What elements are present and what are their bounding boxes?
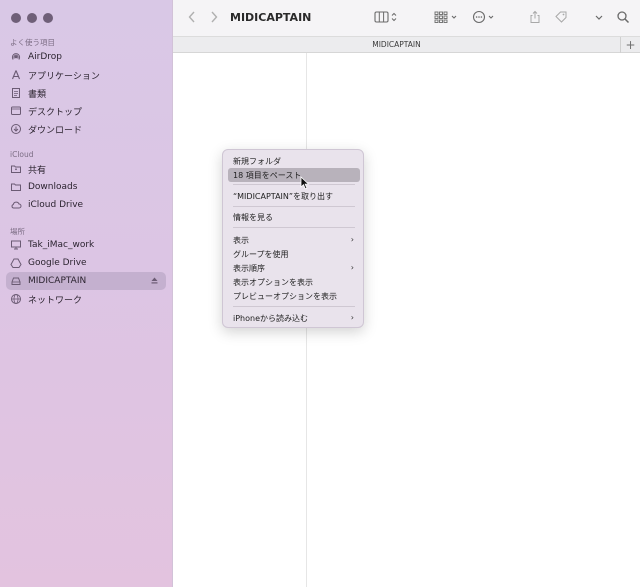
sidebar-item-downloads[interactable]: ダウンロード: [6, 120, 166, 138]
sidebar-item-airdrop[interactable]: AirDrop: [6, 48, 166, 66]
menu-item-import-from-iphone[interactable]: iPhoneから読み込む ›: [228, 311, 360, 325]
sidebar-section-icloud: iCloud: [10, 150, 34, 159]
finder-window: よく使う項目 AirDrop アプリケーション 書類 デスクトップ ダウンロード…: [0, 0, 640, 587]
sidebar-item-label: Google Drive: [28, 258, 87, 268]
sidebar-item-label: MIDICAPTAIN: [28, 276, 87, 286]
chevron-right-icon: [209, 9, 219, 28]
sidebar-item-google-drive[interactable]: Google Drive: [6, 254, 166, 272]
network-icon: [10, 293, 22, 305]
download-icon: [10, 123, 22, 135]
computer-icon: [10, 239, 22, 251]
group-button[interactable]: [434, 9, 460, 27]
submenu-arrow-icon: ›: [350, 263, 354, 272]
sidebar-item-label: 共有: [28, 165, 47, 176]
back-button[interactable]: [187, 9, 197, 27]
sidebar-item-label: ダウンロード: [28, 125, 83, 136]
menu-separator: [233, 227, 355, 228]
tag-icon: [554, 9, 568, 28]
chevron-left-icon: [187, 9, 197, 28]
menu-item-get-info[interactable]: 情報を見る: [228, 210, 360, 224]
menu-item-paste[interactable]: 18 項目をペースト: [228, 168, 360, 182]
drive-icon: [10, 257, 22, 269]
sidebar-item-network[interactable]: ネットワーク: [6, 290, 166, 308]
menu-separator: [233, 184, 355, 185]
grid-icon: [434, 9, 460, 28]
sidebar: よく使う項目 AirDrop アプリケーション 書類 デスクトップ ダウンロード…: [0, 0, 173, 587]
sidebar-item-label: デスクトップ: [28, 107, 83, 118]
sidebar-item-shared[interactable]: 共有: [6, 160, 166, 178]
zoom-window-button[interactable]: [43, 13, 53, 23]
menu-item-show-view-options[interactable]: 表示オプションを表示: [228, 275, 360, 289]
desktop-icon: [10, 105, 22, 117]
menu-item-show-preview-options[interactable]: プレビューオプションを表示: [228, 289, 360, 303]
search-icon: [616, 9, 630, 28]
sidebar-item-label: Downloads: [28, 182, 78, 192]
context-menu: 新規フォルダ 18 項目をペースト “MIDICAPTAIN”を取り出す 情報を…: [222, 149, 364, 328]
menu-item-label: プレビューオプションを表示: [233, 291, 337, 301]
external-drive-icon: [10, 275, 22, 287]
close-window-button[interactable]: [11, 13, 21, 23]
new-tab-button[interactable]: +: [620, 37, 640, 53]
menu-item-use-groups[interactable]: グループを使用: [228, 247, 360, 261]
sidebar-item-tak-imac-work[interactable]: Tak_iMac_work: [6, 236, 166, 254]
tab-bar: MIDICAPTAIN +: [173, 36, 640, 53]
menu-item-new-folder[interactable]: 新規フォルダ: [228, 154, 360, 168]
shared-folder-icon: [10, 163, 22, 175]
menu-item-label: 表示順序: [233, 263, 265, 273]
sidebar-item-desktop[interactable]: デスクトップ: [6, 102, 166, 120]
menu-item-label: グループを使用: [233, 249, 289, 259]
menu-item-label: iPhoneから読み込む: [233, 313, 309, 323]
menu-item-label: 18 項目をペースト: [233, 170, 302, 180]
eject-icon[interactable]: [150, 276, 159, 288]
share-icon: [529, 9, 541, 28]
sidebar-item-midicaptain[interactable]: MIDICAPTAIN: [6, 272, 166, 290]
folder-icon: [10, 181, 22, 193]
sidebar-item-label: ネットワーク: [28, 295, 83, 306]
tab-midicaptain[interactable]: MIDICAPTAIN: [173, 40, 620, 49]
tag-button[interactable]: [554, 9, 568, 27]
minimize-window-button[interactable]: [27, 13, 37, 23]
mouse-pointer-icon: [300, 175, 310, 194]
menu-item-label: 表示オプションを表示: [233, 277, 313, 287]
share-button[interactable]: [529, 9, 541, 27]
window-controls: [11, 13, 53, 23]
sidebar-item-label: Tak_iMac_work: [28, 240, 95, 250]
menu-item-view[interactable]: 表示 ›: [228, 233, 360, 247]
sidebar-item-label: アプリケーション: [28, 71, 100, 82]
sidebar-item-label: 書類: [28, 89, 47, 100]
menu-item-label: “MIDICAPTAIN”を取り出す: [233, 191, 334, 201]
forward-button[interactable]: [209, 9, 219, 27]
airdrop-icon: [10, 51, 22, 63]
menu-item-eject[interactable]: “MIDICAPTAIN”を取り出す: [228, 189, 360, 203]
submenu-arrow-icon: ›: [350, 235, 354, 244]
cloud-icon: [10, 199, 22, 211]
menu-item-label: 新規フォルダ: [233, 156, 281, 166]
sidebar-item-downloads-icloud[interactable]: Downloads: [6, 178, 166, 196]
menu-separator: [233, 306, 355, 307]
document-icon: [10, 87, 22, 99]
sidebar-item-documents[interactable]: 書類: [6, 84, 166, 102]
sidebar-item-icloud-drive[interactable]: iCloud Drive: [6, 196, 166, 214]
columns-view-icon: [374, 9, 400, 28]
search-button[interactable]: [616, 9, 630, 27]
sidebar-item-applications[interactable]: アプリケーション: [6, 66, 166, 84]
menu-item-label: 表示: [233, 235, 249, 245]
ellipsis-circle-icon: [472, 9, 498, 28]
menu-item-label: 情報を見る: [233, 212, 273, 222]
sidebar-item-label: AirDrop: [28, 52, 63, 62]
action-button[interactable]: [472, 9, 498, 27]
sidebar-section-favorites: よく使う項目: [10, 38, 55, 47]
menu-item-sort-by[interactable]: 表示順序 ›: [228, 261, 360, 275]
window-title: MIDICAPTAIN: [230, 11, 312, 24]
toolbar: MIDICAPTAIN: [173, 0, 640, 36]
more-toolbar-button[interactable]: [594, 9, 604, 27]
applications-icon: [10, 69, 22, 81]
chevron-down-icon: [594, 9, 604, 28]
submenu-arrow-icon: ›: [350, 313, 354, 322]
view-mode-button[interactable]: [374, 9, 400, 27]
menu-separator: [233, 206, 355, 207]
sidebar-item-label: iCloud Drive: [28, 200, 84, 210]
